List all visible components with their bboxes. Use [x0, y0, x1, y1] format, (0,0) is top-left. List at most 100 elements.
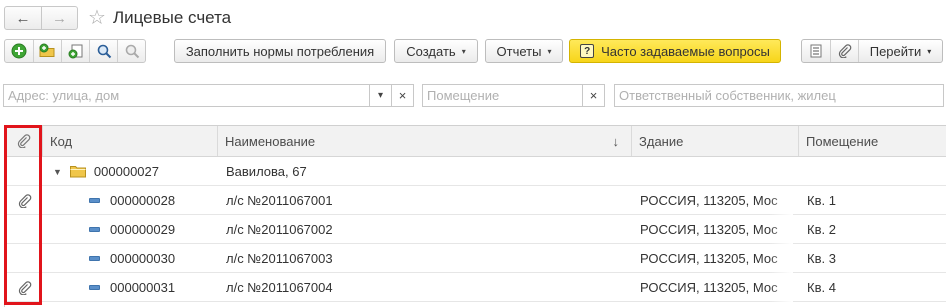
name-cell: л/с №2011067003 [226, 244, 333, 273]
faq-label: Часто задаваемые вопросы [601, 43, 770, 59]
clear-icon: × [589, 88, 598, 103]
caret-down-icon: ▾ [461, 46, 466, 56]
text-fade [769, 244, 793, 273]
name-value: л/с №2011067001 [226, 193, 333, 208]
owner-input[interactable] [615, 85, 943, 106]
goto-label: Перейти [869, 43, 922, 59]
code-cell: 000000029 [89, 215, 175, 244]
room-cell: Кв. 4 [807, 273, 836, 302]
fill-norms-button[interactable]: Заполнить нормы потребления [174, 39, 386, 63]
code-value: 000000028 [110, 193, 176, 208]
attachments-button[interactable] [830, 40, 858, 62]
name-cell: л/с №2011067002 [226, 215, 333, 244]
building-column-header[interactable]: Здание [632, 126, 799, 156]
code-column-header[interactable]: Код [43, 126, 218, 156]
group-code: 000000027 [93, 164, 159, 179]
title-bar: ← → ☆ Лицевые счета [4, 6, 231, 30]
group-name-cell: Вавилова, 67 [226, 157, 307, 186]
address-clear-button[interactable]: × [391, 85, 413, 106]
text-fade [769, 186, 793, 215]
page-title: Лицевые счета [112, 8, 232, 27]
room-column-label: Помещение [806, 133, 879, 149]
favorite-star-icon[interactable]: ☆ [88, 7, 106, 29]
list-icon [810, 44, 822, 58]
room-column-header[interactable]: Помещение [799, 126, 946, 156]
building-value: РОССИЯ, 113205, Мос [640, 222, 778, 237]
table-row[interactable]: 000000031 л/с №2011067004 РОССИЯ, 113205… [5, 273, 946, 302]
code-cell: 000000028 [89, 186, 175, 215]
accounts-table: Код Наименование ↓ Здание Помещение ▼ 00… [4, 125, 946, 307]
cancel-search-icon [125, 44, 139, 59]
caret-down-icon: ▾ [547, 46, 552, 56]
goto-button[interactable]: Перейти ▾ [858, 40, 942, 62]
attachment-column-header[interactable] [5, 126, 43, 156]
attachment-cell [17, 273, 33, 302]
table-row-group[interactable]: ▼ 000000027 Вавилова, 67 [5, 157, 946, 186]
room-clear-button[interactable]: × [582, 85, 604, 106]
item-marker-icon [89, 198, 100, 203]
folder-icon [69, 166, 86, 178]
create-button[interactable]: Создать ▾ [394, 39, 478, 63]
caret-down-icon: ▾ [927, 46, 932, 56]
table-row[interactable]: 000000029 л/с №2011067002 РОССИЯ, 113205… [5, 215, 946, 244]
name-value: л/с №2011067002 [226, 222, 333, 237]
back-button[interactable]: ← [5, 7, 41, 29]
search-button[interactable] [89, 40, 117, 62]
add-folder-button[interactable] [33, 40, 61, 62]
room-input[interactable] [423, 85, 582, 106]
name-value: л/с №2011067004 [226, 280, 333, 295]
paperclip-icon [18, 193, 32, 208]
copy-icon [68, 44, 82, 59]
address-input[interactable] [4, 85, 369, 106]
name-cell: л/с №2011067001 [226, 186, 333, 215]
name-cell: л/с №2011067004 [226, 273, 333, 302]
add-folder-icon [39, 43, 55, 57]
reports-label: Отчеты [496, 43, 542, 59]
cancel-search-button[interactable] [117, 40, 145, 62]
sort-arrow-icon: ↓ [612, 133, 620, 149]
code-value: 000000029 [110, 222, 176, 237]
right-button-group: Перейти ▾ [801, 39, 943, 63]
code-cell: 000000031 [89, 273, 175, 302]
room-cell: Кв. 2 [807, 215, 836, 244]
item-marker-icon [89, 227, 100, 232]
nav-buttons: ← → [4, 6, 78, 30]
faq-button[interactable]: ? Часто задаваемые вопросы [569, 39, 781, 63]
address-filter: ▾ × [3, 84, 414, 107]
room-cell: Кв. 1 [807, 186, 836, 215]
arrow-right-icon: → [52, 9, 67, 27]
name-value: л/с №2011067003 [226, 251, 333, 266]
room-value: Кв. 3 [807, 251, 836, 266]
question-icon: ? [580, 44, 595, 58]
paperclip-icon [18, 280, 32, 295]
code-value: 000000031 [110, 280, 176, 295]
group-name: Вавилова, 67 [226, 164, 307, 179]
command-bar: Заполнить нормы потребления Создать ▾ От… [4, 39, 944, 63]
table-row[interactable]: 000000030 л/с №2011067003 РОССИЯ, 113205… [5, 244, 946, 273]
arrow-left-icon: ← [15, 9, 31, 27]
expand-icon[interactable]: ▼ [53, 167, 62, 177]
add-icon [11, 43, 27, 59]
copy-button[interactable] [61, 40, 89, 62]
caret-down-icon: ▾ [377, 90, 384, 101]
reports-button[interactable]: Отчеты ▾ [485, 39, 563, 63]
table-header: Код Наименование ↓ Здание Помещение [5, 126, 946, 157]
paperclip-icon [17, 134, 30, 148]
search-icon [97, 44, 111, 59]
code-value: 000000030 [110, 251, 176, 266]
code-cell: 000000030 [89, 244, 175, 273]
table-row[interactable]: 000000028 л/с №2011067001 РОССИЯ, 113205… [5, 186, 946, 215]
add-button[interactable] [5, 40, 33, 62]
name-column-header[interactable]: Наименование ↓ [218, 126, 632, 156]
room-value: Кв. 2 [807, 222, 836, 237]
name-column-label: Наименование [225, 133, 316, 149]
building-value: РОССИЯ, 113205, Мос [640, 251, 778, 266]
create-label: Создать [406, 43, 456, 59]
room-value: Кв. 1 [807, 193, 836, 208]
address-dropdown-button[interactable]: ▾ [369, 85, 391, 106]
forward-button[interactable]: → [41, 7, 77, 29]
text-fade [769, 215, 793, 244]
list-view-button[interactable] [802, 40, 830, 62]
owner-filter [614, 84, 944, 107]
building-value: РОССИЯ, 113205, Мос [640, 193, 778, 208]
